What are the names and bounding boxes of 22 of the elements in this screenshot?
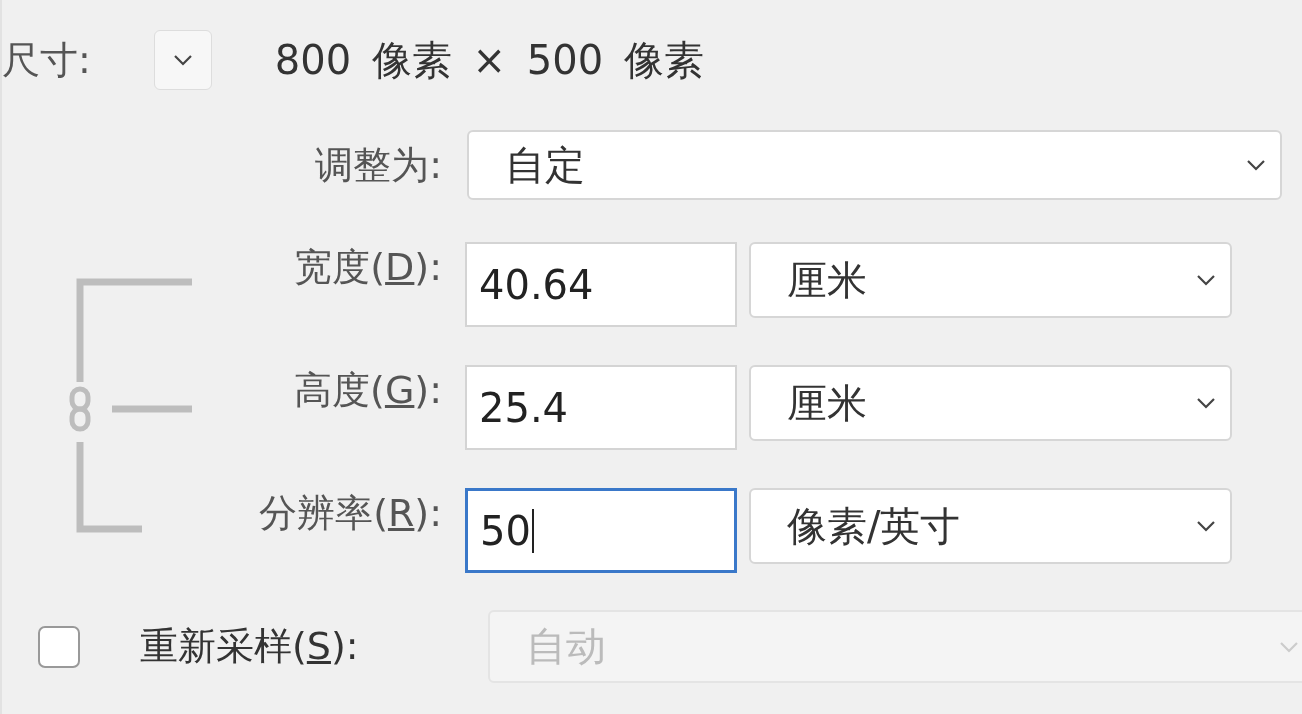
field-label: 宽度(D): bbox=[294, 244, 442, 291]
chevron-icon bbox=[1279, 640, 1299, 653]
chevron-icon bbox=[1246, 159, 1266, 171]
checkbox-label: 重新采样(S): bbox=[140, 623, 359, 670]
link-icon[interactable] bbox=[69, 386, 91, 432]
size-value: 800 像素 × 500 像素 bbox=[274, 35, 704, 85]
size-dropdown[interactable] bbox=[153, 30, 212, 90]
unit-dropdown[interactable]: 厘米 bbox=[749, 365, 1232, 441]
chevron-icon bbox=[1196, 397, 1216, 409]
chevron-icon bbox=[1196, 520, 1216, 532]
chevron-icon bbox=[1196, 274, 1216, 286]
number-field[interactable]: 25.4 bbox=[465, 365, 737, 450]
field-label: 分辨率(R): bbox=[259, 490, 442, 537]
field-label: 尺寸: bbox=[2, 36, 91, 84]
field-label: 调整为: bbox=[315, 141, 442, 189]
number-field[interactable]: 40.64 bbox=[465, 242, 737, 327]
fit-to-dropdown[interactable]: 自定 bbox=[467, 130, 1282, 200]
chevron-icon bbox=[172, 54, 193, 66]
number-field[interactable]: 50 bbox=[465, 488, 737, 573]
field-label: 高度(G): bbox=[294, 367, 442, 414]
unit-dropdown[interactable]: 厘米 bbox=[749, 242, 1232, 318]
unit-dropdown[interactable]: 像素/英寸 bbox=[749, 488, 1232, 564]
